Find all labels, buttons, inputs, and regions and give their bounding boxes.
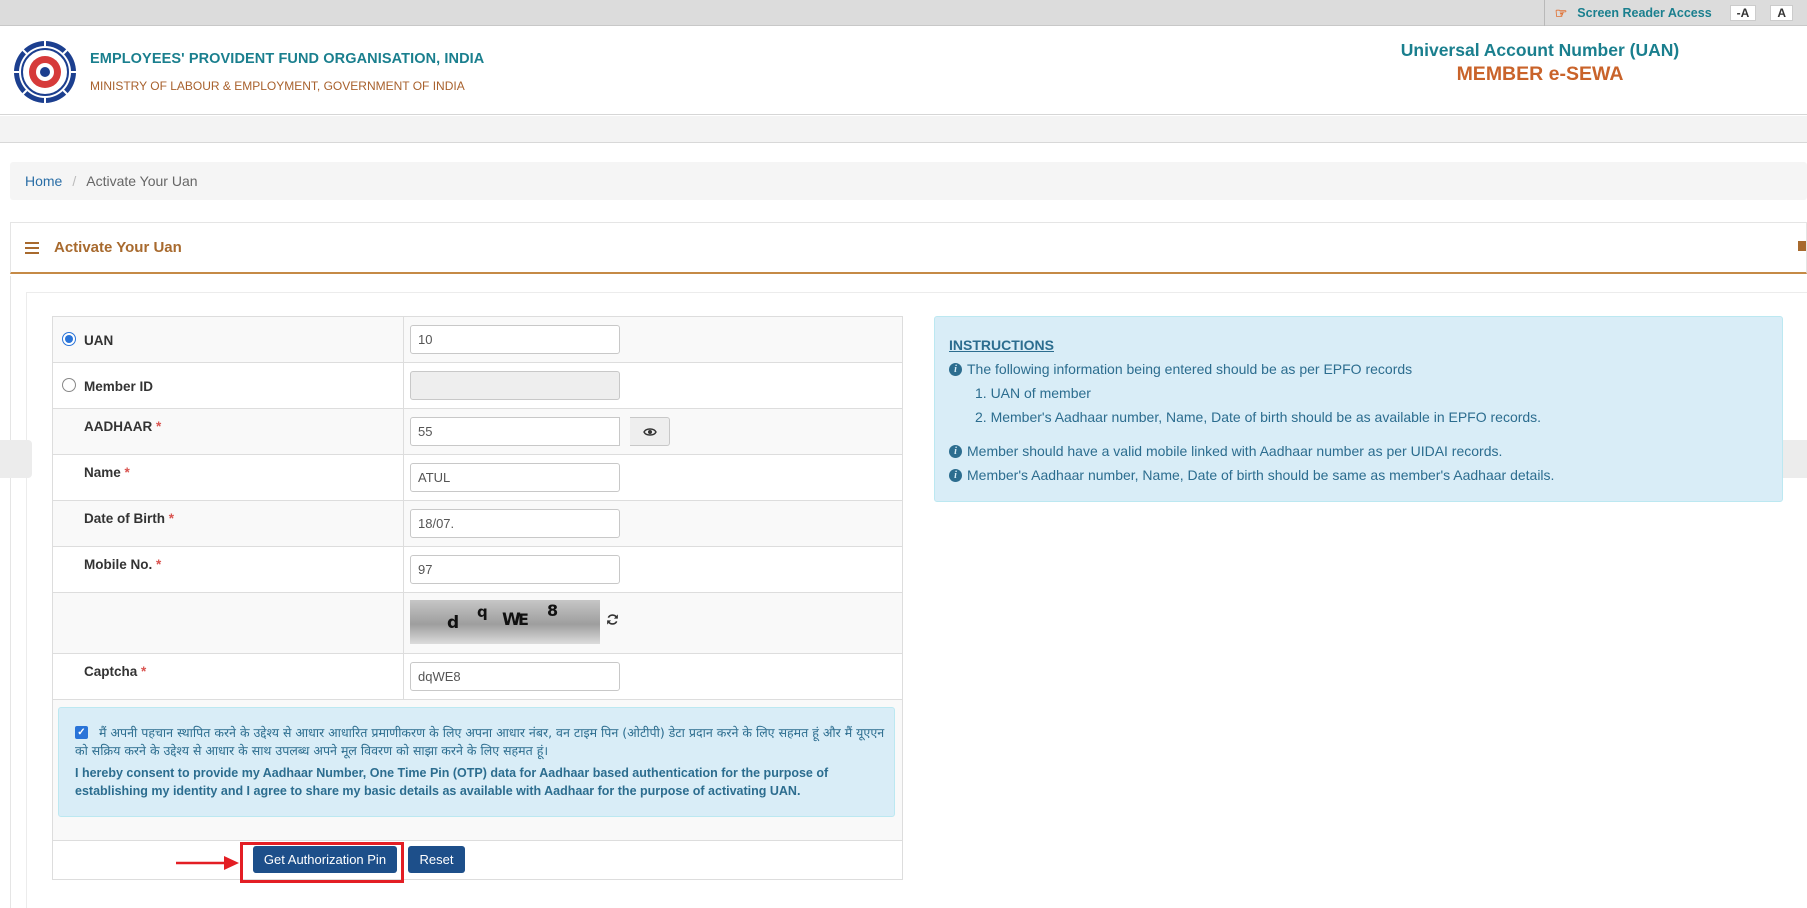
show-aadhaar-button[interactable] [630,417,670,446]
aadhaar-label-text: AADHAAR [84,419,153,434]
mobile-label-text: Mobile No. [84,557,153,572]
required-marker: * [168,511,175,526]
uan-row: UAN 10 [53,317,902,363]
mobile-row: Mobile No. * 97 [53,547,902,593]
captcha-label: Captcha * [84,664,146,679]
required-marker: * [156,419,162,434]
left-side-tab[interactable] [0,440,32,478]
required-marker: * [156,557,162,572]
uan-portal-title: Universal Account Number (UAN) [1400,40,1680,60]
instruction-text: Member should have a valid mobile linked… [967,443,1503,459]
site-header: EMPLOYEES' PROVIDENT FUND ORGANISATION, … [0,27,1807,115]
breadcrumb-home-link[interactable]: Home [25,173,62,189]
hamburger-menu-icon [25,241,39,254]
collapse-icon[interactable] [1798,241,1806,251]
highlight-annotation [240,842,404,883]
name-row: Name * ATUL [53,455,902,501]
instruction-text: Member's Aadhaar number, Name, Date of b… [967,467,1555,483]
consent-box: ✓ मैं अपनी पहचान स्थापित करने के उद्देश्… [58,707,895,817]
captcha-row: Captcha * dqWE8 [53,654,902,700]
dob-label-text: Date of Birth [84,511,165,526]
organisation-name: EMPLOYEES' PROVIDENT FUND ORGANISATION, … [90,51,485,67]
reset-button[interactable]: Reset [408,846,465,873]
captcha-label-text: Captcha [84,664,138,679]
name-label-text: Name [84,465,121,480]
red-arrow-icon [176,856,239,870]
captcha-char: E [518,610,529,629]
member-id-label: Member ID [84,379,154,394]
instruction-text: The following information being entered … [967,361,1413,377]
mobile-input[interactable]: 97 [410,555,620,584]
info-icon: i [949,362,962,376]
aadhaar-row: AADHAAR * 55 [53,409,902,455]
panel-heading: Activate Your Uan [10,222,1807,274]
instruction-item: i Member should have a valid mobile link… [949,443,1502,459]
mobile-label: Mobile No. * [84,557,161,572]
consent-text-hindi: मैं अपनी पहचान स्थापित करने के उद्देश्य … [75,725,885,758]
breadcrumb-separator: / [72,173,77,189]
captcha-char: q [477,603,488,621]
epfo-logo-icon[interactable] [12,39,78,105]
eye-icon [642,427,657,436]
navigation-bar [0,116,1807,143]
uan-radio[interactable] [62,332,76,346]
captcha-char: d [447,613,460,633]
member-id-input[interactable] [410,371,620,400]
captcha-image-row: d q W E 8 [53,593,902,654]
member-id-radio[interactable] [62,378,76,392]
member-esewa-title: MEMBER e-SEWA [1456,63,1624,85]
member-id-row: Member ID [53,363,902,409]
instruction-item: i Member's Aadhaar number, Name, Date of… [949,467,1554,483]
aadhaar-input[interactable]: 55 [410,417,620,446]
captcha-input[interactable]: dqWE8 [410,662,620,691]
name-label: Name * [84,465,130,480]
required-marker: * [124,465,130,480]
name-input[interactable]: ATUL [410,463,620,492]
font-decrease-button[interactable]: -A [1729,5,1757,21]
captcha-image: d q W E 8 [410,600,600,644]
breadcrumb: Home / Activate Your Uan [10,162,1807,200]
instructions-box: INSTRUCTIONS i The following information… [934,316,1783,502]
aadhaar-label: AADHAAR * [84,419,161,434]
instruction-subitem: 2. Member's Aadhaar number, Name, Date o… [975,409,1542,425]
consent-row: ✓ मैं अपनी पहचान स्थापित करने के उद्देश्… [53,700,902,841]
uan-input[interactable]: 10 [410,325,620,354]
consent-text-english: I hereby consent to provide my Aadhaar N… [75,766,829,798]
top-utility-bar: ☞ Screen Reader Access -A A [0,0,1807,26]
ministry-name: MINISTRY OF LABOUR & EMPLOYMENT, GOVERNM… [90,79,465,93]
activate-uan-form: UAN 10 Member ID AADHAAR * 55 Name * ATU… [52,316,903,880]
info-icon: i [949,444,962,458]
hand-pointer-icon: ☞ [1554,4,1568,21]
instructions-title: INSTRUCTIONS [949,337,1054,353]
captcha-char: 8 [547,601,559,620]
instruction-item: i The following information being entere… [949,361,1412,377]
dob-label: Date of Birth * [84,511,174,526]
dob-row: Date of Birth * 18/07. [53,501,902,547]
breadcrumb-current: Activate Your Uan [86,173,198,189]
instruction-subitem: 1. UAN of member [975,385,1091,401]
panel-title: Activate Your Uan [54,239,182,256]
accessibility-tools: ☞ Screen Reader Access -A A [1543,0,1807,26]
info-icon: i [949,468,962,482]
dob-input[interactable]: 18/07. [410,509,620,538]
refresh-captcha-icon[interactable] [606,613,619,626]
font-normal-button[interactable]: A [1770,5,1793,21]
screen-reader-access-link[interactable]: Screen Reader Access [1577,6,1711,20]
uan-label: UAN [84,333,114,348]
required-marker: * [141,664,147,679]
